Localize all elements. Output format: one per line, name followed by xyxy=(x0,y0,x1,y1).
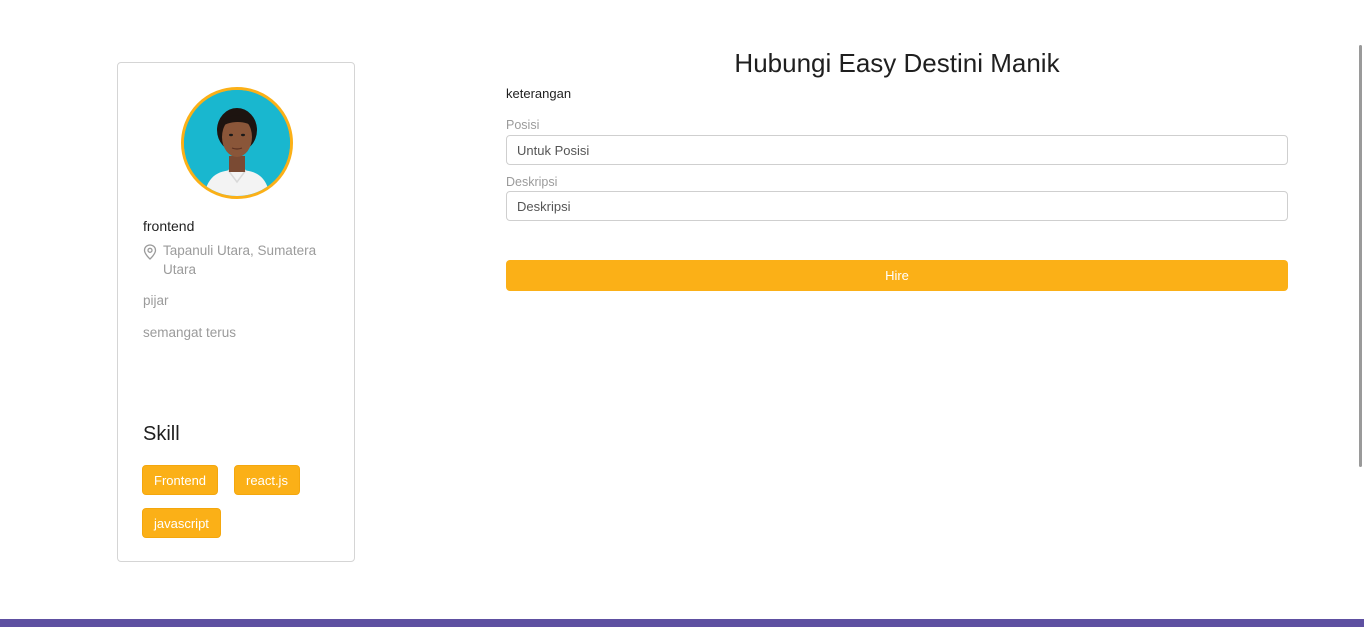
location-pin-icon xyxy=(143,244,157,260)
skill-heading: Skill xyxy=(143,423,180,445)
description-label: Deskripsi xyxy=(506,175,558,189)
footer-bar xyxy=(0,619,1364,627)
position-input[interactable] xyxy=(506,135,1288,165)
skill-tags: Frontend react.js javascript xyxy=(142,465,342,538)
position-label: Posisi xyxy=(506,118,540,132)
skill-tag: javascript xyxy=(142,508,221,538)
location-text: Tapanuli Utara, Sumatera Utara xyxy=(163,243,317,277)
company: pijar xyxy=(143,293,169,308)
form-subtitle: keterangan xyxy=(506,86,572,101)
job-title: frontend xyxy=(143,218,195,234)
bio: semangat terus xyxy=(143,325,237,340)
avatar-photo xyxy=(184,90,290,196)
hire-page: frontend Tapanuli Utara, Sumatera Utara … xyxy=(0,0,1364,627)
avatar xyxy=(181,87,293,199)
skill-tag: Frontend xyxy=(142,465,219,495)
profile-card: frontend Tapanuli Utara, Sumatera Utara … xyxy=(117,62,355,562)
hire-button[interactable]: Hire xyxy=(506,260,1288,291)
page-title: Hubungi Easy Destini Manik xyxy=(734,48,1060,78)
description-input[interactable] xyxy=(506,191,1288,221)
location: Tapanuli Utara, Sumatera Utara xyxy=(143,241,333,279)
scrollbar[interactable] xyxy=(1359,45,1362,467)
skill-tag: react.js xyxy=(234,465,300,495)
